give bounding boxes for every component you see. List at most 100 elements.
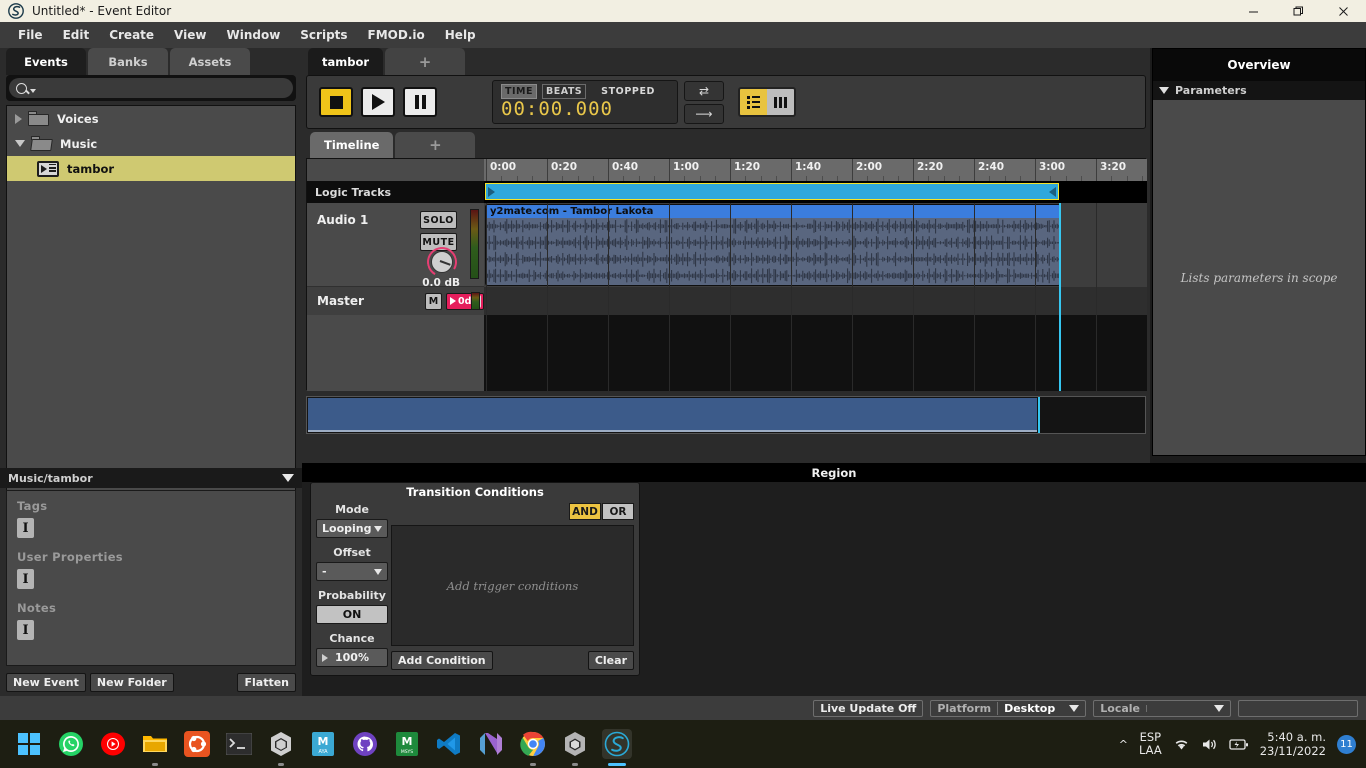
whatsapp-icon[interactable] <box>56 729 86 759</box>
menu-help[interactable]: Help <box>435 24 486 46</box>
add-condition-button[interactable]: Add Condition <box>391 650 493 670</box>
search-input[interactable] <box>9 78 293 98</box>
youtube-music-icon[interactable] <box>98 729 128 759</box>
menu-file[interactable]: File <box>8 24 53 46</box>
audio-track-header[interactable]: Audio 1 SOLO MUTE 0.0 dB <box>307 203 484 289</box>
locale-value <box>1146 704 1230 712</box>
chevron-down-icon[interactable] <box>15 140 25 147</box>
file-explorer-icon[interactable] <box>140 729 170 766</box>
menu-scripts[interactable]: Scripts <box>290 24 357 46</box>
status-message-field <box>1238 699 1358 717</box>
stop-button[interactable] <box>319 87 353 117</box>
battery-icon[interactable] <box>1229 738 1249 751</box>
tree-item-label: Music <box>60 136 98 151</box>
restore-button[interactable] <box>1276 0 1321 22</box>
github-desktop-icon[interactable] <box>350 729 380 759</box>
tab-events[interactable]: Events <box>6 48 86 75</box>
msys-icon[interactable]: M MSYS <box>392 729 422 759</box>
list-view-icon[interactable] <box>740 89 767 115</box>
time-mode-button[interactable]: TIME <box>501 84 537 99</box>
solo-button[interactable]: SOLO <box>420 211 457 229</box>
tree-item-tambor[interactable]: tambor <box>7 156 295 181</box>
add-timeline-tab-button[interactable]: + <box>395 132 476 158</box>
user-properties-input[interactable]: I <box>17 569 34 589</box>
track-headers: Logic Tracks Audio 1 SOLO MUTE 0.0 dB Ma… <box>307 159 484 391</box>
loop-icon[interactable]: ⇄ <box>684 80 724 101</box>
conditions-list[interactable]: Add trigger conditions <box>391 525 634 646</box>
clock[interactable]: 5:40 a. m. 23/11/2022 <box>1260 730 1326 758</box>
and-button[interactable]: AND <box>569 503 601 520</box>
master-track-header[interactable]: Master M 0dB <box>307 287 484 315</box>
timeline-ruler[interactable]: 0:00 0:20 0:40 1:00 1:20 1:40 2:00 2:20 2:40 3:00… <box>484 159 1147 181</box>
terminal-icon[interactable] <box>224 729 254 759</box>
offset-dropdown[interactable]: - <box>316 562 388 581</box>
chrome-icon[interactable] <box>518 729 548 766</box>
fmod-studio-icon[interactable] <box>602 729 632 766</box>
close-button[interactable] <box>1321 0 1366 22</box>
overview-viewport[interactable] <box>308 398 1037 432</box>
chance-field[interactable]: 100% <box>316 648 388 667</box>
language-indicator[interactable]: ESP LAA <box>1139 731 1162 757</box>
master-track-lane[interactable] <box>484 287 1147 315</box>
unity-hub-icon[interactable] <box>560 729 590 766</box>
or-button[interactable]: OR <box>602 503 634 520</box>
add-event-tab-button[interactable]: + <box>385 48 466 75</box>
logic-track-lane[interactable] <box>484 181 1147 203</box>
tab-timeline[interactable]: Timeline <box>310 132 394 158</box>
chevron-up-icon[interactable]: ^ <box>1119 738 1128 751</box>
platform-label: Platform <box>937 701 992 715</box>
tree-item-music[interactable]: Music <box>7 131 295 156</box>
maya-icon[interactable]: M AYA <box>308 729 338 759</box>
vscode-icon[interactable] <box>434 729 464 759</box>
play-arrow-icon <box>322 653 328 662</box>
live-update-button[interactable]: Live Update Off <box>813 699 924 717</box>
clear-conditions-button[interactable]: Clear <box>587 650 634 670</box>
parameters-section-header[interactable]: Parameters <box>1153 81 1365 100</box>
ubuntu-icon[interactable] <box>182 729 212 759</box>
unity-icon[interactable] <box>266 729 296 766</box>
wifi-icon[interactable] <box>1173 737 1190 752</box>
beats-mode-button[interactable]: BEATS <box>541 84 587 99</box>
locale-selector[interactable]: Locale <box>1093 699 1231 717</box>
loop-region[interactable] <box>485 183 1059 200</box>
tags-input[interactable]: I <box>17 518 34 538</box>
new-folder-button[interactable]: New Folder <box>89 672 174 692</box>
offset-label: Offset <box>333 546 371 559</box>
probability-toggle[interactable]: ON <box>316 605 388 624</box>
pause-button[interactable] <box>403 87 437 117</box>
event-tab-tambor[interactable]: tambor <box>308 48 384 75</box>
timeline-overview-scrollbar[interactable] <box>306 396 1146 434</box>
notification-badge[interactable]: 11 <box>1337 734 1356 754</box>
notes-input[interactable]: I <box>17 620 34 640</box>
playhead-cursor[interactable] <box>1059 203 1061 391</box>
neovim-icon[interactable] <box>476 729 506 759</box>
parameters-list[interactable]: Lists parameters in scope <box>1153 100 1365 455</box>
start-icon[interactable] <box>14 729 44 759</box>
tab-assets[interactable]: Assets <box>170 48 250 75</box>
chevron-down-icon[interactable] <box>282 474 294 482</box>
new-event-button[interactable]: New Event <box>6 672 86 692</box>
minimize-button[interactable] <box>1231 0 1276 22</box>
volume-knob[interactable] <box>423 243 461 281</box>
speaker-icon[interactable] <box>1201 737 1218 752</box>
menu-window[interactable]: Window <box>216 24 290 46</box>
menu-create[interactable]: Create <box>99 24 164 46</box>
chevron-right-icon[interactable] <box>15 113 22 124</box>
mode-dropdown[interactable]: Looping <box>316 519 388 538</box>
audio-track-lane[interactable]: y2mate.com - Tambor Lakota <box>484 203 1147 287</box>
column-view-icon[interactable] <box>767 89 794 115</box>
empty-lane[interactable] <box>484 315 1147 391</box>
chevron-down-icon[interactable] <box>1159 87 1169 94</box>
menu-fmodio[interactable]: FMOD.io <box>358 24 435 46</box>
menu-view[interactable]: View <box>164 24 216 46</box>
flatten-button[interactable]: Flatten <box>237 672 296 692</box>
ruler-tick: 1:20 <box>730 159 760 181</box>
arrow-right-icon[interactable]: ⟶ <box>684 103 724 124</box>
menu-edit[interactable]: Edit <box>53 24 100 46</box>
play-button[interactable] <box>361 87 395 117</box>
master-mute-button[interactable]: M <box>425 292 442 310</box>
search-dropdown-icon[interactable] <box>30 88 36 93</box>
tab-banks[interactable]: Banks <box>88 48 168 75</box>
tree-item-voices[interactable]: Voices <box>7 106 295 131</box>
platform-selector[interactable]: Platform Desktop <box>930 699 1087 717</box>
